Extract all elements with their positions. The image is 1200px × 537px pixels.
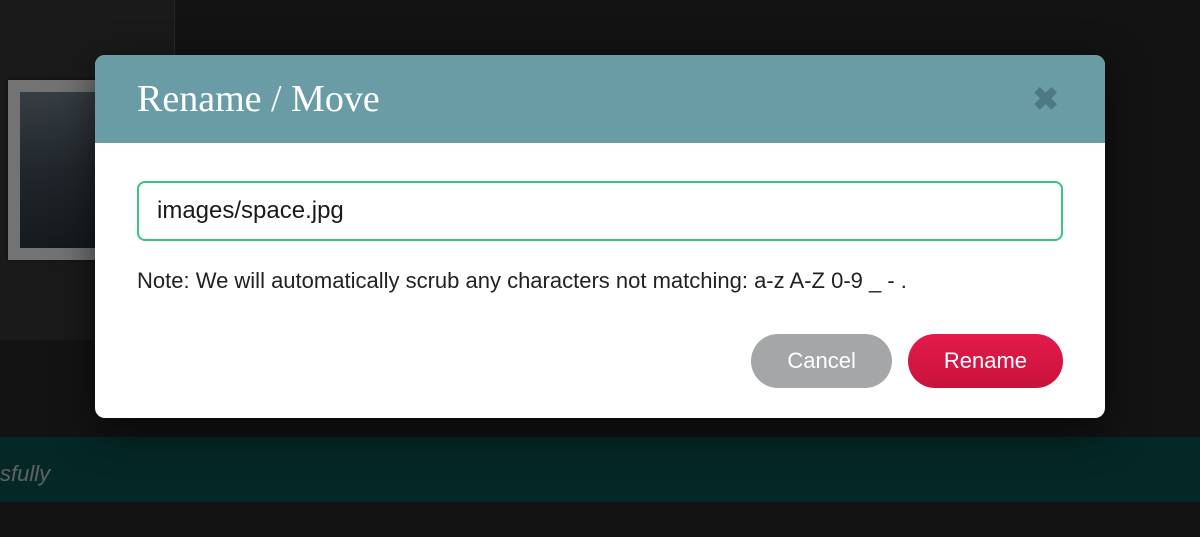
modal-header: Rename / Move ✖ <box>95 55 1105 143</box>
modal-body: Note: We will automatically scrub any ch… <box>95 143 1105 418</box>
rename-move-modal: Rename / Move ✖ Note: We will automatica… <box>95 55 1105 418</box>
filename-input[interactable] <box>137 181 1063 241</box>
modal-footer: Cancel Rename <box>137 334 1063 388</box>
modal-title: Rename / Move <box>137 77 380 121</box>
rename-button[interactable]: Rename <box>908 334 1063 388</box>
cancel-button[interactable]: Cancel <box>751 334 891 388</box>
close-icon[interactable]: ✖ <box>1028 83 1063 115</box>
scrub-note: Note: We will automatically scrub any ch… <box>137 263 1063 298</box>
